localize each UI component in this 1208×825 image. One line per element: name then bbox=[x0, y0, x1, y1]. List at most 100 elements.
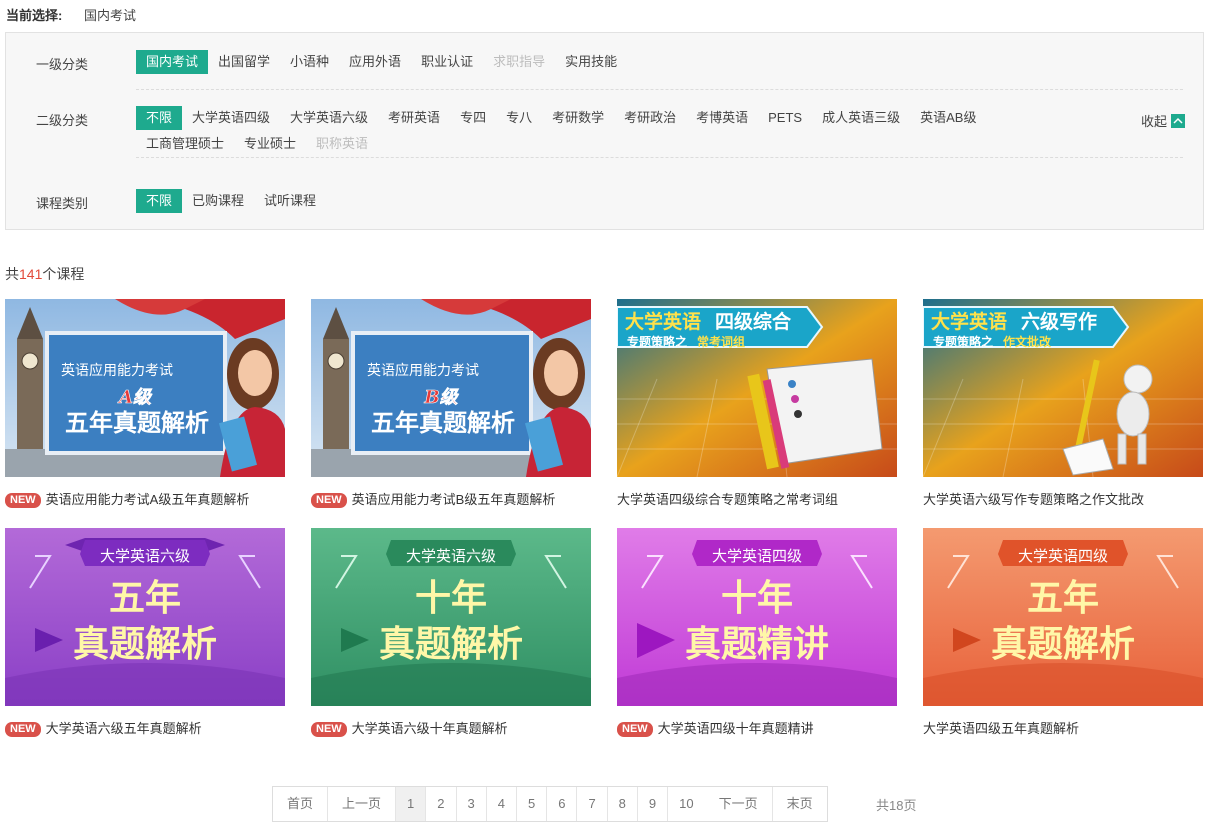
course-card[interactable]: 大学英语 六级写作 专题策略之 作文批改 大学英语六级写作专题策略之作文批改 bbox=[923, 299, 1203, 508]
level2-option[interactable]: 专业硕士 bbox=[234, 132, 306, 156]
level1-option[interactable]: 应用外语 bbox=[339, 50, 411, 74]
banner-line1: 十年 bbox=[415, 577, 487, 619]
current-selection-label: 当前选择: bbox=[6, 8, 63, 23]
count-suffix: 个课程 bbox=[42, 266, 85, 282]
course-thumbnail[interactable]: 大学英语六级 十年 真题解析 bbox=[311, 528, 591, 706]
page-numbers: 1 2 3 4 5 6 7 8 9 10 bbox=[396, 787, 705, 821]
course-title[interactable]: NEW 大学英语四级十年真题精讲 bbox=[617, 718, 897, 737]
banner-line2: 真题解析 bbox=[73, 623, 217, 665]
page-number-button[interactable]: 1 bbox=[396, 787, 427, 821]
level2-option[interactable]: 考研政治 bbox=[614, 106, 686, 130]
course-title-text: 大学英语四级综合专题策略之常考词组 bbox=[617, 492, 839, 507]
collapse-label: 收起 bbox=[1140, 114, 1167, 129]
course-title[interactable]: 大学英语六级写作专题策略之作文批改 bbox=[923, 489, 1203, 508]
page-number-button[interactable]: 6 bbox=[547, 787, 578, 821]
banner-tag: 大学英语四级 bbox=[1018, 547, 1108, 565]
level2-option[interactable]: 职称英语 bbox=[306, 132, 378, 156]
course-card[interactable]: 英语应用能力考试 A级 五年真题解析 NEW 英语应用能力考试A级五年真题解析 bbox=[5, 299, 285, 508]
course-title[interactable]: 大学英语四级综合专题策略之常考词组 bbox=[617, 489, 897, 508]
banner-subtitle: 英语应用能力考试 bbox=[61, 362, 173, 378]
course-thumbnail[interactable]: 大学英语 四级综合 专题策略之 常考词组 bbox=[617, 299, 897, 477]
filter-panel: 一级分类 国内考试 出国留学 小语种 应用外语 职业认证 求职指导 实用技能 二级分类 不限… bbox=[5, 32, 1204, 230]
new-badge: NEW bbox=[5, 493, 41, 508]
level1-option[interactable]: 职业认证 bbox=[411, 50, 483, 74]
page-number-button[interactable]: 2 bbox=[426, 787, 457, 821]
course-card[interactable]: 英语应用能力考试 B级 五年真题解析 NEW 英语应用能力考试B级五年真题解析 bbox=[311, 299, 591, 508]
banner-title-b: 六级写作 bbox=[1021, 310, 1097, 333]
course-title-text: 英语应用能力考试A级五年真题解析 bbox=[45, 492, 250, 507]
banner-line1: 五年 bbox=[1027, 577, 1099, 619]
page-number-button[interactable]: 10 bbox=[668, 787, 704, 821]
banner-level: A级 bbox=[117, 387, 153, 408]
course-title-text: 大学英语四级十年真题精讲 bbox=[657, 721, 814, 736]
course-card[interactable]: 大学英语六级 十年 真题解析 NEW 大学英语六级十年真题解析 bbox=[311, 528, 591, 737]
level2-option[interactable]: 成人英语三级 bbox=[812, 106, 910, 130]
banner-level: B级 bbox=[423, 387, 459, 408]
banner-line1: 十年 bbox=[721, 577, 793, 619]
first-page-button[interactable]: 首页 bbox=[273, 787, 329, 821]
course-type-option[interactable]: 不限 bbox=[136, 189, 183, 213]
level2-option[interactable]: 专八 bbox=[496, 106, 542, 130]
course-type-option[interactable]: 已购课程 bbox=[182, 189, 254, 213]
page-number-button[interactable]: 4 bbox=[487, 787, 517, 821]
course-thumbnail[interactable]: 英语应用能力考试 B级 五年真题解析 bbox=[311, 299, 591, 477]
course-thumbnail[interactable]: 大学英语四级 十年 真题精讲 bbox=[617, 528, 897, 706]
page-number-button[interactable]: 9 bbox=[638, 787, 669, 821]
level2-option[interactable]: PETS bbox=[758, 106, 812, 130]
level2-option[interactable]: 考博英语 bbox=[686, 106, 758, 130]
current-selection: 当前选择: 国内考试 bbox=[6, 5, 136, 24]
level1-option[interactable]: 求职指导 bbox=[483, 50, 555, 74]
course-title[interactable]: NEW 英语应用能力考试A级五年真题解析 bbox=[5, 489, 285, 508]
level1-option[interactable]: 国内考试 bbox=[136, 50, 209, 74]
banner-title-b: 四级综合 bbox=[715, 310, 792, 333]
level2-option[interactable]: 考研英语 bbox=[378, 106, 450, 130]
banner-line2: 真题解析 bbox=[991, 623, 1135, 665]
banner-sub-c: 专题策略之 bbox=[933, 334, 993, 349]
level2-option[interactable]: 英语AB级 bbox=[910, 106, 986, 130]
course-title[interactable]: 大学英语四级五年真题解析 bbox=[923, 718, 1203, 737]
level2-option[interactable]: 专四 bbox=[450, 106, 496, 130]
banner-tag: 大学英语六级 bbox=[100, 547, 190, 565]
last-page-button[interactable]: 末页 bbox=[773, 787, 827, 821]
prev-page-button[interactable]: 上一页 bbox=[328, 787, 397, 821]
course-thumbnail[interactable]: 英语应用能力考试 A级 五年真题解析 bbox=[5, 299, 285, 477]
banner-main: 五年真题解析 bbox=[65, 408, 209, 437]
banner-tag: 大学英语六级 bbox=[406, 547, 496, 565]
new-badge: NEW bbox=[311, 722, 347, 737]
level2-option[interactable]: 工商管理硕士 bbox=[136, 132, 234, 156]
banner-line1: 五年 bbox=[109, 577, 181, 619]
course-card[interactable]: 大学英语四级 十年 真题精讲 NEW 大学英语四级十年真题精讲 bbox=[617, 528, 897, 737]
banner-sub-c: 专题策略之 bbox=[627, 334, 687, 349]
next-page-button[interactable]: 下一页 bbox=[705, 787, 773, 821]
level1-option[interactable]: 实用技能 bbox=[555, 50, 627, 74]
course-title-text: 英语应用能力考试B级五年真题解析 bbox=[351, 492, 556, 507]
count-number: 141 bbox=[19, 266, 43, 282]
course-card[interactable]: 大学英语四级 五年 真题解析 大学英语四级五年真题解析 bbox=[923, 528, 1203, 737]
level2-option[interactable]: 不限 bbox=[136, 106, 183, 130]
banner-subtitle: 英语应用能力考试 bbox=[367, 362, 479, 378]
course-card[interactable]: 大学英语 四级综合 专题策略之 常考词组 大学英语四级综合专题策略之常考词组 bbox=[617, 299, 897, 508]
course-type-options: 不限 已购课程 试听课程 bbox=[136, 189, 1123, 213]
page-number-button[interactable]: 5 bbox=[517, 787, 548, 821]
course-card[interactable]: 大学英语六级 五年 真题解析 NEW 大学英语六级五年真题解析 bbox=[5, 528, 285, 737]
page-number-button[interactable]: 7 bbox=[577, 787, 608, 821]
course-thumbnail[interactable]: 大学英语六级 五年 真题解析 bbox=[5, 528, 285, 706]
course-thumbnail[interactable]: 大学英语四级 五年 真题解析 bbox=[923, 528, 1203, 706]
level1-option[interactable]: 出国留学 bbox=[208, 50, 280, 74]
pagination: 首页 上一页 1 2 3 4 5 6 7 8 9 10 下一页 末页 bbox=[272, 786, 828, 822]
page-number-button[interactable]: 3 bbox=[457, 787, 487, 821]
course-title[interactable]: NEW 大学英语六级十年真题解析 bbox=[311, 718, 591, 737]
course-type-option[interactable]: 试听课程 bbox=[254, 189, 326, 213]
level1-option[interactable]: 小语种 bbox=[280, 50, 339, 74]
course-title[interactable]: NEW 英语应用能力考试B级五年真题解析 bbox=[311, 489, 591, 508]
level2-option[interactable]: 大学英语六级 bbox=[280, 106, 378, 130]
level2-option[interactable]: 大学英语四级 bbox=[182, 106, 280, 130]
course-thumbnail[interactable]: 大学英语 六级写作 专题策略之 作文批改 bbox=[923, 299, 1203, 477]
page-number-button[interactable]: 8 bbox=[608, 787, 638, 821]
course-title[interactable]: NEW 大学英语六级五年真题解析 bbox=[5, 718, 285, 737]
level2-option[interactable]: 考研数学 bbox=[542, 106, 614, 130]
collapse-button[interactable]: 收起 bbox=[1141, 111, 1185, 130]
new-badge: NEW bbox=[311, 493, 347, 508]
banner-title-a: 大学英语 bbox=[625, 310, 701, 333]
filter-label-course-type: 课程类别 bbox=[36, 196, 89, 211]
